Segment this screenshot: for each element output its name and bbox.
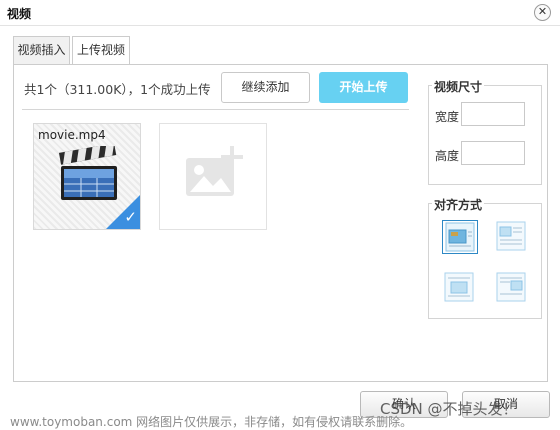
close-button[interactable]: ✕	[534, 4, 551, 21]
align-left-icon	[496, 221, 526, 251]
site-watermark: www.toymoban.com 网络图片仅供展示，非存储，如有侵权请联系删除。	[10, 415, 413, 429]
author-watermark: CSDN @不掉头发！	[380, 400, 518, 418]
continue-add-button[interactable]: 继续添加	[221, 72, 310, 103]
align-center-icon	[496, 272, 526, 302]
align-none-icon	[445, 222, 475, 252]
start-upload-button[interactable]: 开始上传	[319, 72, 408, 103]
alignment-group: 对齐方式	[428, 196, 542, 319]
align-right-icon	[444, 272, 474, 302]
close-icon: ✕	[537, 5, 548, 18]
add-image-icon	[186, 146, 243, 196]
dialog-titlebar: 视频 ✕	[0, 0, 560, 26]
height-field[interactable]	[461, 141, 525, 165]
upload-panel: 共1个（311.00K），1个成功上传 继续添加 开始上传 movie.mp4 …	[13, 64, 548, 382]
tab-video-insert[interactable]: 视频插入	[13, 36, 70, 65]
align-center-option[interactable]	[494, 271, 530, 305]
file-name: movie.mp4	[38, 128, 106, 142]
video-size-group: 视频尺寸 宽度 高度	[428, 78, 542, 185]
align-right-option[interactable]	[442, 271, 478, 305]
tab-upload-video[interactable]: 上传视频	[72, 36, 130, 65]
dialog-title: 视频	[7, 7, 32, 21]
upload-status-text: 共1个（311.00K），1个成功上传	[24, 82, 211, 97]
check-icon: ✓	[124, 208, 137, 226]
uploaded-file-thumbnail[interactable]: movie.mp4 ✓	[33, 123, 141, 230]
divider	[22, 109, 409, 110]
video-size-legend: 视频尺寸	[432, 78, 485, 95]
align-left-option[interactable]	[494, 220, 530, 254]
align-none-option[interactable]	[442, 220, 478, 254]
width-field[interactable]	[461, 102, 525, 126]
height-label: 高度	[435, 149, 460, 163]
width-label: 宽度	[435, 110, 460, 124]
video-clapperboard-icon	[59, 146, 117, 200]
add-file-placeholder[interactable]	[159, 123, 267, 230]
alignment-legend: 对齐方式	[432, 196, 485, 213]
